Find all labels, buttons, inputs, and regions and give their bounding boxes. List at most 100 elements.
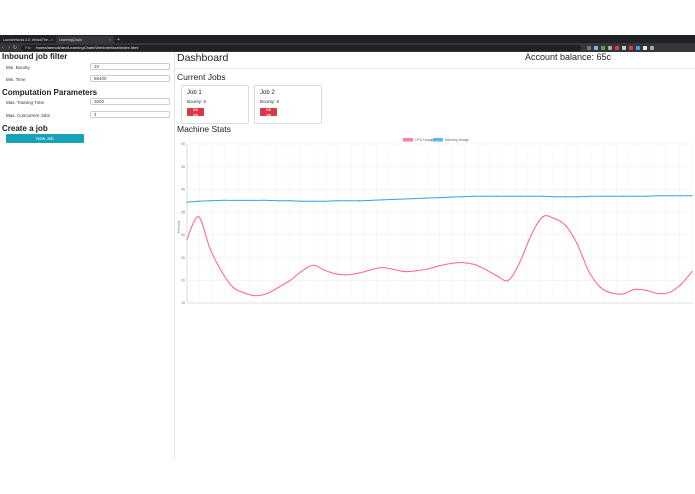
machine-stats-title: Machine Stats bbox=[177, 124, 231, 134]
cpu-usage-point bbox=[358, 272, 360, 274]
y-tick-label: 30 bbox=[181, 233, 185, 237]
memory-usage-point bbox=[576, 196, 578, 198]
extension-icon[interactable] bbox=[629, 45, 633, 50]
cpu-usage-point bbox=[301, 270, 303, 272]
cpu-usage-point bbox=[289, 279, 291, 281]
tab-bar: LaunchHacks 4.0: #HackThe... × LearningC… bbox=[0, 35, 695, 43]
memory-usage-point bbox=[473, 195, 475, 197]
max-training-time-label: Max. Training Time bbox=[6, 100, 45, 105]
cpu-usage-point bbox=[450, 262, 452, 265]
cpu-usage-point bbox=[507, 279, 509, 281]
memory-usage-point bbox=[370, 199, 372, 201]
close-icon[interactable]: × bbox=[109, 37, 111, 42]
cpu-usage-point bbox=[565, 225, 567, 227]
memory-usage-point bbox=[645, 195, 647, 197]
page-title: Dashboard bbox=[177, 52, 229, 64]
legend-swatch bbox=[433, 138, 443, 142]
memory-usage-point bbox=[186, 201, 188, 203]
job-bounty: Bounty: 5 bbox=[187, 99, 207, 104]
cpu-usage-point bbox=[404, 271, 406, 273]
url-text: /home/aemoli/dev/LearningChain/WebInterf… bbox=[35, 45, 139, 50]
min-time-input[interactable] bbox=[90, 75, 170, 82]
header-divider bbox=[175, 68, 695, 69]
memory-usage-point bbox=[622, 195, 624, 197]
extension-icon[interactable] bbox=[601, 45, 605, 50]
job-card: Job 1 Bounty: 5 Kill job bbox=[181, 85, 249, 124]
min-bounty-input[interactable] bbox=[90, 63, 170, 70]
memory-usage-point bbox=[301, 200, 303, 202]
cpu-usage-point bbox=[668, 291, 670, 294]
memory-usage-point bbox=[347, 200, 349, 202]
memory-usage-point bbox=[289, 200, 291, 202]
cpu-usage-point bbox=[656, 292, 659, 295]
cpu-usage-point bbox=[381, 266, 383, 269]
memory-usage-point bbox=[507, 195, 509, 197]
extension-icon[interactable] bbox=[615, 45, 619, 50]
cpu-usage-point bbox=[266, 292, 268, 295]
cpu-usage-point bbox=[461, 261, 464, 264]
kill-job-button[interactable]: Kill job bbox=[187, 107, 204, 117]
memory-usage-point bbox=[461, 196, 464, 198]
current-jobs-title: Current Jobs bbox=[177, 72, 226, 82]
memory-usage-point bbox=[668, 195, 670, 197]
cpu-usage-point bbox=[691, 271, 693, 273]
memory-usage-point bbox=[255, 199, 257, 201]
cpu-usage-point bbox=[611, 292, 613, 294]
memory-usage-point bbox=[679, 195, 682, 197]
cpu-usage-point bbox=[392, 268, 395, 270]
min-time-label: Min. Time bbox=[6, 77, 26, 82]
memory-usage-point bbox=[530, 195, 532, 197]
memory-usage-point bbox=[496, 195, 498, 197]
browser-tab-launchhacks[interactable]: LaunchHacks 4.0: #HackThe... × bbox=[0, 36, 56, 43]
y-tick-label: 25 bbox=[181, 256, 185, 260]
menu-icon[interactable] bbox=[650, 45, 654, 50]
y-tick-label: 20 bbox=[181, 278, 185, 282]
machine-stats-chart: 15 20 25 30 35 40 45 50 Percent CPU Usage Memory… bbox=[177, 138, 693, 305]
memory-usage-point bbox=[542, 195, 544, 197]
new-job-button[interactable]: New Job bbox=[6, 134, 84, 143]
cpu-usage-point bbox=[519, 261, 521, 263]
memory-usage-point bbox=[691, 195, 693, 197]
extension-icon[interactable] bbox=[608, 45, 612, 50]
max-concurrent-jobs-input[interactable] bbox=[90, 111, 170, 118]
cpu-usage-point bbox=[542, 216, 544, 218]
extension-icons bbox=[587, 45, 654, 50]
extension-icon[interactable] bbox=[622, 45, 626, 50]
extension-icon[interactable] bbox=[636, 45, 640, 50]
max-training-time-input[interactable] bbox=[90, 98, 170, 105]
min-bounty-label: Min. Bounty bbox=[6, 65, 30, 70]
sidebar: Inbound job filter Min. Bounty Min. Time… bbox=[0, 52, 175, 459]
cpu-usage-point bbox=[496, 275, 498, 277]
browser-tab-learningchain[interactable]: LearningChain × bbox=[56, 36, 114, 43]
cpu-usage-point bbox=[347, 274, 349, 276]
max-concurrent-jobs-label: Max. Concurrent Jobs bbox=[6, 113, 51, 118]
cpu-usage-point bbox=[255, 295, 257, 297]
computation-params-title: Computation Parameters bbox=[2, 88, 98, 97]
memory-usage-point bbox=[519, 195, 521, 197]
cpu-usage-point bbox=[645, 289, 647, 291]
extension-icon[interactable] bbox=[643, 45, 647, 50]
extension-icon[interactable] bbox=[594, 45, 598, 50]
main-content: Dashboard Account balance: 65c Current J… bbox=[175, 52, 695, 459]
memory-usage-point bbox=[220, 199, 223, 201]
tab-label: LearningChain bbox=[59, 37, 82, 42]
reload-icon[interactable]: ↻ bbox=[12, 45, 18, 51]
extension-icon[interactable] bbox=[587, 45, 591, 50]
inbound-filter-title: Inbound job filter bbox=[2, 52, 68, 61]
memory-usage-point bbox=[427, 197, 429, 199]
create-job-title: Create a job bbox=[2, 124, 48, 133]
cpu-usage-point bbox=[634, 288, 636, 290]
account-balance: Account balance: 65c bbox=[525, 52, 612, 62]
memory-usage-point bbox=[266, 199, 268, 201]
job-bounty: Bounty: 5 bbox=[260, 99, 280, 104]
legend-swatch bbox=[403, 138, 413, 142]
browser-toolbar: ‹ › ↻ File /home/aemoli/dev/LearningChai… bbox=[0, 43, 695, 52]
memory-usage-point bbox=[656, 195, 659, 197]
memory-usage-point bbox=[484, 195, 487, 197]
close-icon[interactable]: × bbox=[51, 37, 53, 42]
cpu-usage-point bbox=[197, 216, 200, 218]
kill-job-button[interactable]: Kill job bbox=[260, 107, 277, 117]
cpu-usage-point bbox=[312, 264, 314, 266]
address-bar[interactable]: File /home/aemoli/dev/LearningChain/WebI… bbox=[21, 44, 581, 51]
cpu-usage-point bbox=[473, 263, 475, 265]
